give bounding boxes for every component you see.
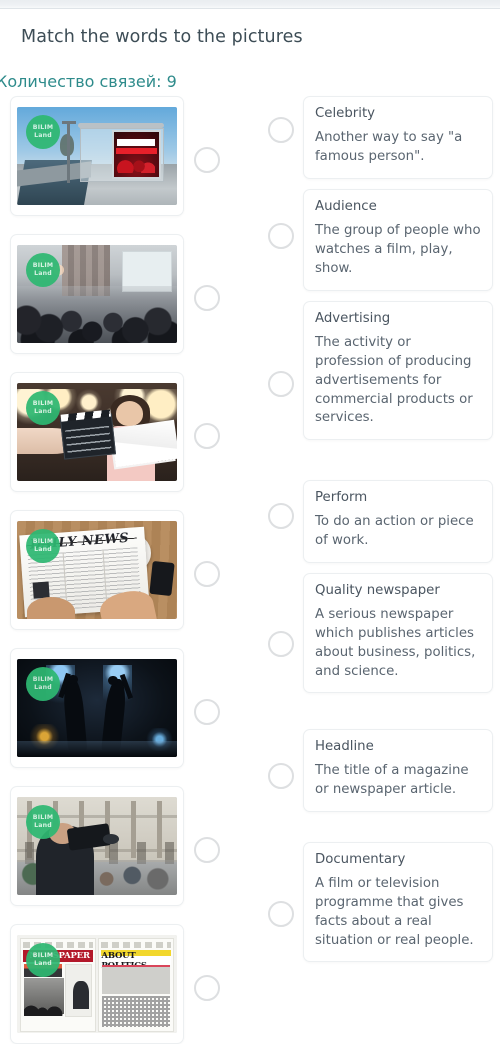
definition-card-headline[interactable]: Headline The title of a magazine or news… <box>303 729 493 812</box>
photo-stage-performers: BILIM Land <box>17 659 177 757</box>
definition-text: The title of a magazine or newspaper art… <box>315 762 469 797</box>
definition-card-quality-newspaper[interactable]: Quality newspaper A serious newspaper wh… <box>303 573 493 694</box>
connector-dot-image-7[interactable] <box>194 975 220 1001</box>
watermark-line1: BILIM <box>32 676 54 684</box>
bilim-land-watermark-icon: BILIM Land <box>26 667 60 701</box>
image-card-audience-in-hall[interactable]: BILIM Land <box>10 234 184 354</box>
watermark-line2: Land <box>34 683 52 691</box>
watermark-line2: Land <box>34 131 52 139</box>
connector-dot-card-3[interactable] <box>268 371 294 397</box>
definition-text: A serious newspaper which publishes arti… <box>315 606 476 679</box>
term-label: Perform <box>315 490 368 505</box>
watermark-line1: BILIM <box>32 814 54 822</box>
connector-dot-image-3[interactable] <box>194 423 220 449</box>
term-label: Quality newspaper <box>315 583 440 598</box>
term-label: Advertising <box>315 311 391 326</box>
photo-audience-in-hall: BILIM Land <box>17 245 177 343</box>
page-title: Match the words to the pictures <box>21 27 303 47</box>
bilim-land-watermark-icon: BILIM Land <box>26 115 60 149</box>
photo-daily-news-desk: DAILY NEWS BILIM Land <box>17 521 177 619</box>
term-label: Headline <box>315 739 374 754</box>
watermark-line2: Land <box>34 821 52 829</box>
watermark-line1: BILIM <box>32 262 54 270</box>
connector-dot-image-2[interactable] <box>194 285 220 311</box>
definition-card-audience[interactable]: Audience The group of people who watches… <box>303 189 493 291</box>
term-label: Audience <box>315 199 377 214</box>
definition-card-advertising[interactable]: Advertising The activity or profession o… <box>303 301 493 441</box>
photo-newspaper-front-pages: NEWSPAPER ABOUT POLITICS <box>17 935 177 1033</box>
watermark-line2: Land <box>34 269 52 277</box>
definition-text: The activity or profession of producing … <box>315 334 473 426</box>
term-label: Celebrity <box>315 106 376 121</box>
browser-top-bar <box>0 0 500 9</box>
definition-text: Another way to say "a famous person". <box>315 129 463 164</box>
bilim-land-watermark-icon: BILIM Land <box>26 805 60 839</box>
link-count-label: Количество связей: 9 <box>0 72 177 91</box>
connector-dot-card-5[interactable] <box>268 631 294 657</box>
term-label: Documentary <box>315 852 406 867</box>
watermark-line1: BILIM <box>32 538 54 546</box>
connector-dot-card-2[interactable] <box>268 223 294 249</box>
photo-cameraman-filming: BILIM Land <box>17 797 177 895</box>
bilim-land-watermark-icon: BILIM Land <box>26 529 60 563</box>
connector-dot-card-7[interactable] <box>268 901 294 927</box>
connector-dot-image-4[interactable] <box>194 561 220 587</box>
bilim-land-watermark-icon: BILIM Land <box>26 943 60 977</box>
watermark-line1: BILIM <box>32 952 54 960</box>
watermark-line2: Land <box>34 545 52 553</box>
photo-clapperboard-audition: BILIM Land <box>17 383 177 481</box>
image-card-stage-performers[interactable]: BILIM Land <box>10 648 184 768</box>
photo-billboard-bus-stop: BILIM Land <box>17 107 177 205</box>
definition-text: A film or television programme that give… <box>315 875 474 948</box>
connector-dot-card-4[interactable] <box>268 503 294 529</box>
bilim-land-watermark-icon: BILIM Land <box>26 391 60 425</box>
image-card-clapperboard-audition[interactable]: BILIM Land <box>10 372 184 492</box>
image-card-daily-news-desk[interactable]: DAILY NEWS BILIM Land <box>10 510 184 630</box>
connector-dot-image-1[interactable] <box>194 147 220 173</box>
watermark-line2: Land <box>34 407 52 415</box>
definition-text: The group of people who watches a film, … <box>315 222 481 276</box>
connector-dot-image-6[interactable] <box>194 837 220 863</box>
image-card-cameraman-filming[interactable]: BILIM Land <box>10 786 184 906</box>
definition-text: To do an action or piece of work. <box>315 513 474 548</box>
definition-card-documentary[interactable]: Documentary A film or television program… <box>303 842 493 963</box>
definition-card-celebrity[interactable]: Celebrity Another way to say "a famous p… <box>303 96 493 179</box>
connector-dot-card-1[interactable] <box>268 117 294 143</box>
watermark-line2: Land <box>34 959 52 967</box>
watermark-line1: BILIM <box>32 400 54 408</box>
watermark-line1: BILIM <box>32 124 54 132</box>
image-card-newspaper-front-pages[interactable]: NEWSPAPER ABOUT POLITICS <box>10 924 184 1044</box>
connector-dot-card-6[interactable] <box>268 763 294 789</box>
definition-card-perform[interactable]: Perform To do an action or piece of work… <box>303 480 493 563</box>
bilim-land-watermark-icon: BILIM Land <box>26 253 60 287</box>
image-card-billboard-bus-stop[interactable]: BILIM Land <box>10 96 184 216</box>
connector-dot-image-5[interactable] <box>194 699 220 725</box>
